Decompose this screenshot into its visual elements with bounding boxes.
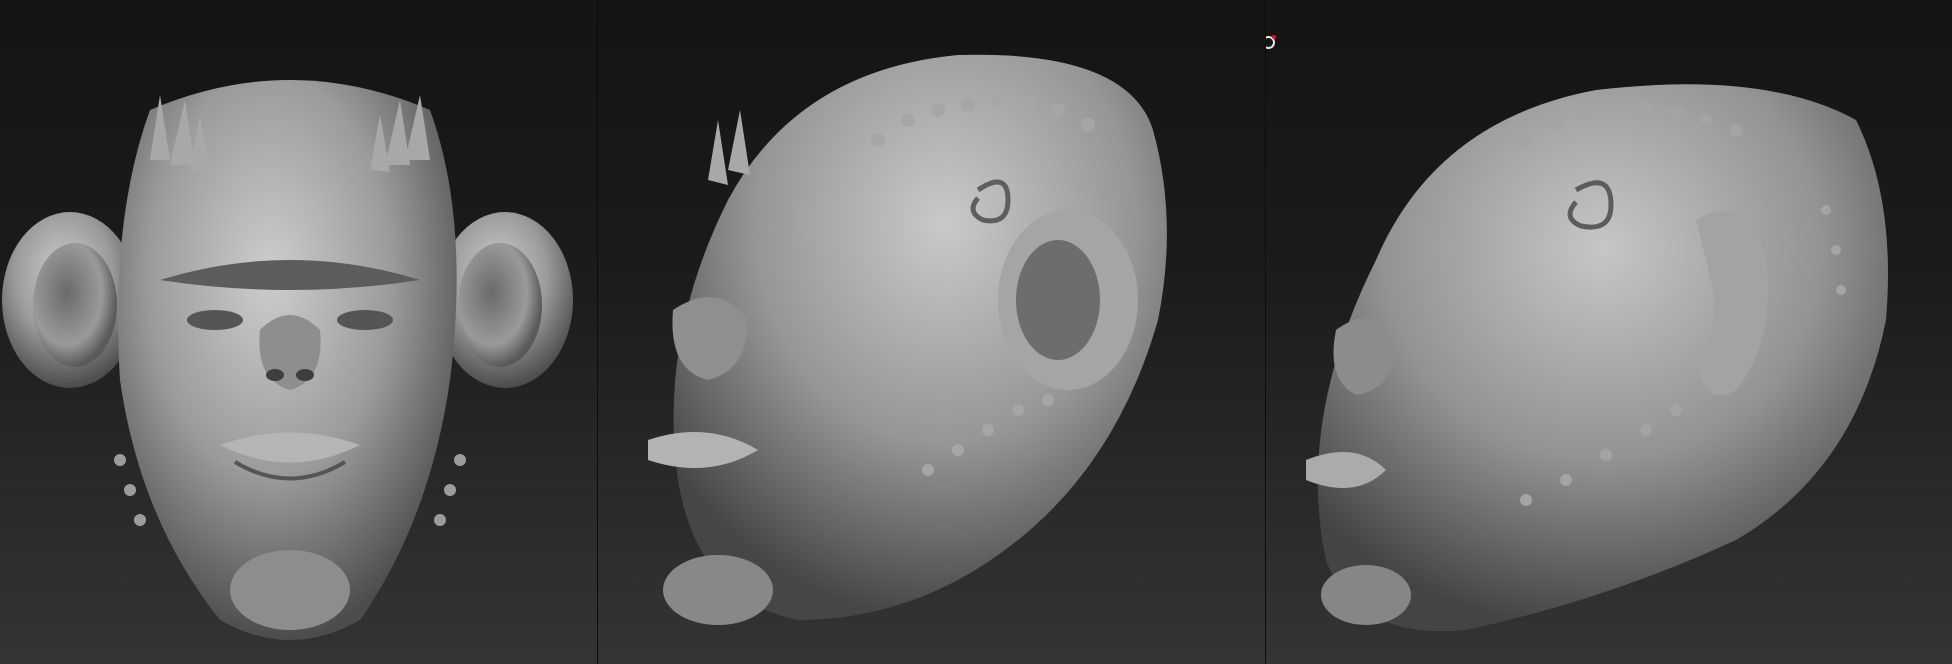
- sculpt-front-view: [2, 80, 573, 640]
- viewport-side[interactable]: [1265, 0, 1952, 664]
- viewport-front[interactable]: [0, 0, 597, 664]
- head-shape: [1317, 84, 1888, 632]
- sculpt-three-quarter-view: [648, 54, 1167, 625]
- sculpt-canvas[interactable]: [0, 0, 1952, 664]
- viewport-three-quarter[interactable]: [597, 0, 1266, 664]
- sculpt-side-view: [1306, 84, 1888, 632]
